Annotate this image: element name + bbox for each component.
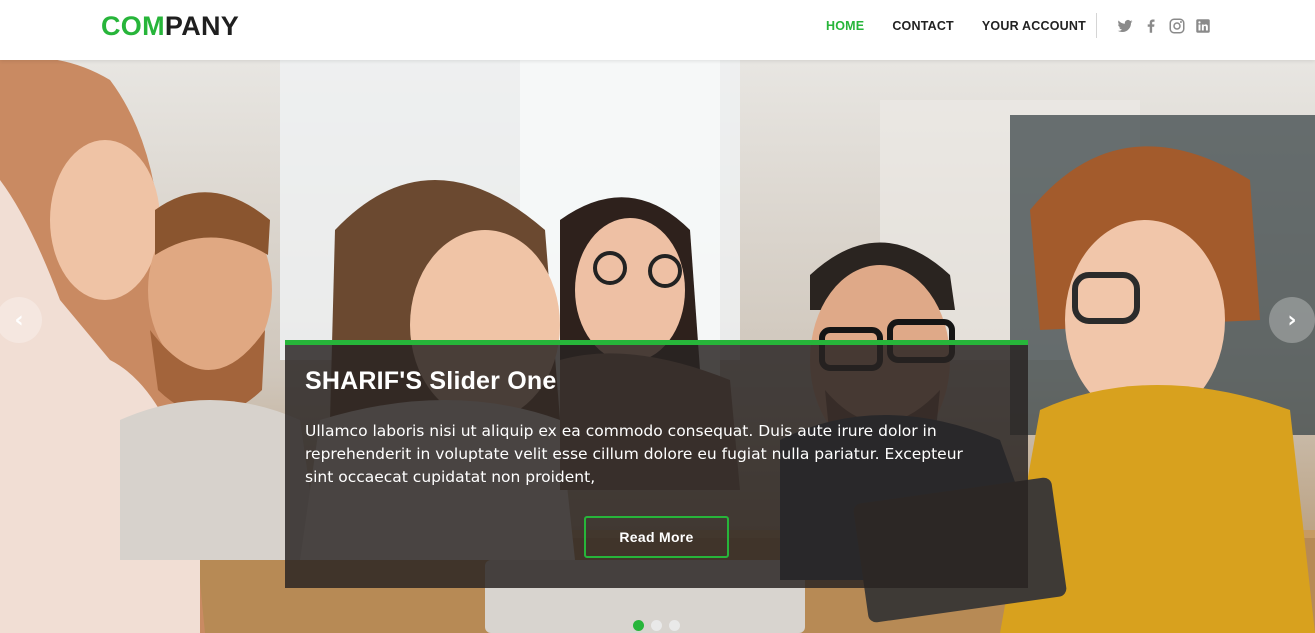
main-nav: HOME CONTACT YOUR ACCOUNT	[826, 18, 1114, 34]
nav-home-link[interactable]: HOME	[826, 18, 864, 34]
slide-caption: SHARIF'S Slider One Ullamco laboris nisi…	[285, 340, 1028, 588]
nav-divider	[1096, 13, 1097, 38]
slide-text: Ullamco laboris nisi ut aliquip ex ea co…	[305, 422, 963, 486]
slider-dot-2[interactable]	[651, 620, 662, 631]
instagram-icon[interactable]	[1168, 17, 1186, 35]
site-header: COMPANY HOME CONTACT YOUR ACCOUNT	[0, 0, 1315, 60]
slider-next-button[interactable]: ›	[1269, 297, 1315, 343]
read-more-button[interactable]: Read More	[584, 516, 729, 558]
slider-dot-1[interactable]	[633, 620, 644, 631]
facebook-icon[interactable]	[1142, 17, 1160, 35]
chevron-right-icon: ›	[1287, 307, 1297, 333]
brand-logo[interactable]: COMPANY	[101, 11, 239, 41]
linkedin-icon[interactable]	[1194, 17, 1212, 35]
twitter-icon[interactable]	[1116, 17, 1134, 35]
nav-contact-link[interactable]: CONTACT	[892, 18, 954, 34]
slide-title: SHARIF'S Slider One	[305, 367, 557, 395]
chevron-left-icon: ‹	[14, 307, 24, 333]
slider-pagination	[633, 620, 687, 631]
nav-account-link[interactable]: YOUR ACCOUNT	[982, 18, 1086, 34]
slider-dot-3[interactable]	[669, 620, 680, 631]
social-links	[1116, 17, 1220, 35]
brand-logo-accent: COM	[101, 11, 165, 41]
brand-logo-rest: PANY	[164, 11, 240, 41]
hero-slider: ‹ › SHARIF'S Slider One Ullamco laboris …	[0, 60, 1315, 633]
